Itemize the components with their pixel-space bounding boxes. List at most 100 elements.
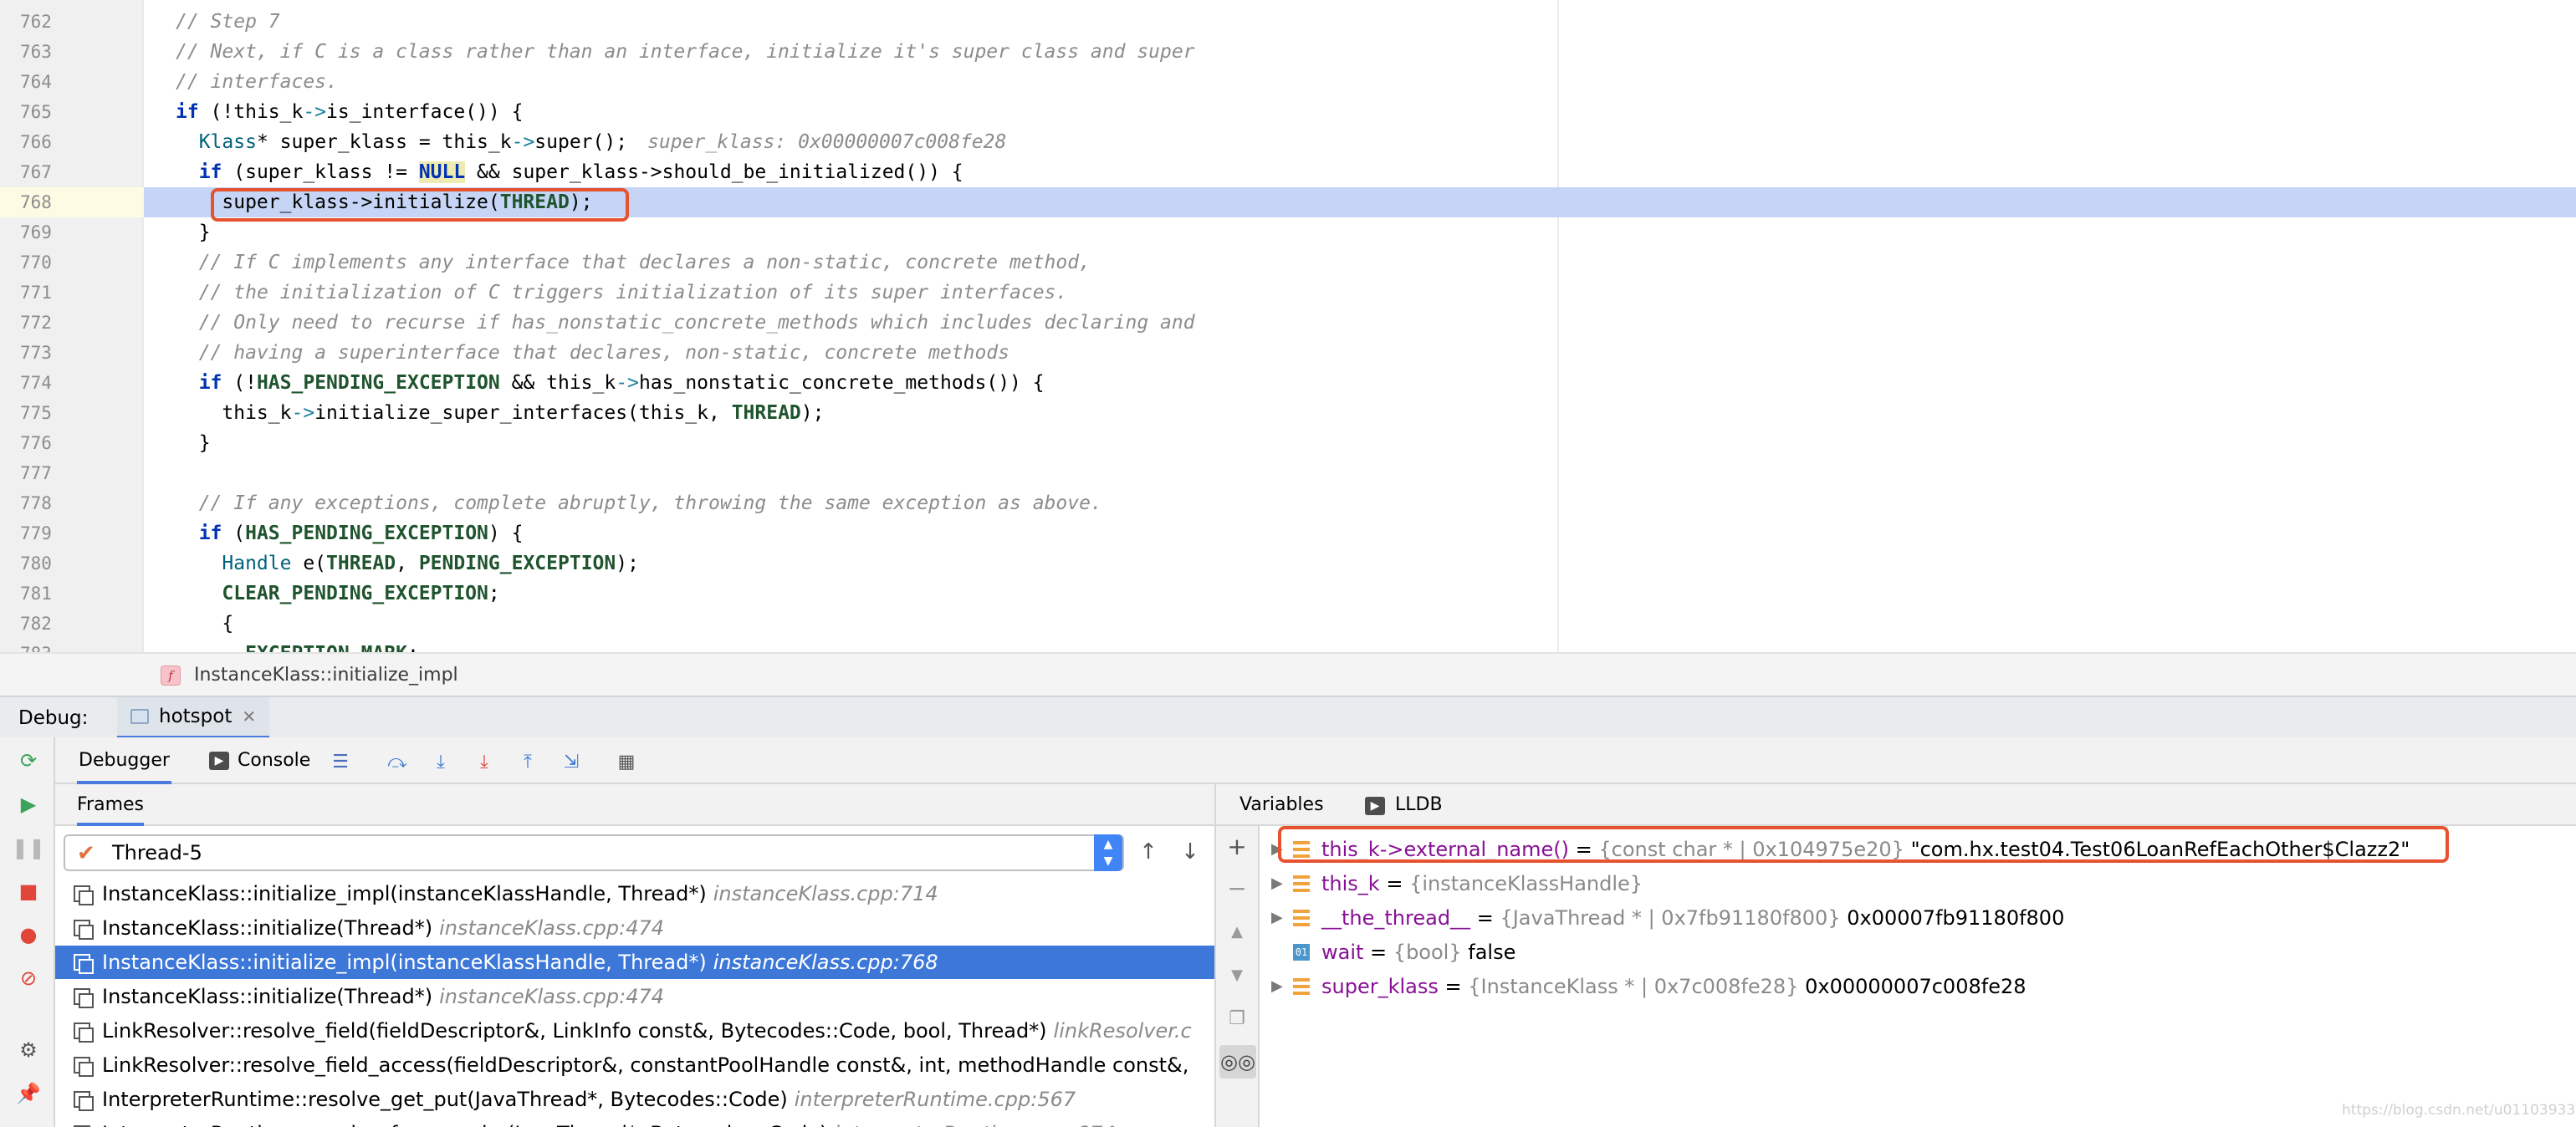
frame-row[interactable]: InterpreterRuntime::resolve_from_cache(J… bbox=[55, 1117, 1214, 1127]
code-line[interactable]: 769 } bbox=[0, 217, 2576, 247]
rerun-icon[interactable]: ⟳ bbox=[17, 749, 40, 773]
tab-variables[interactable]: Variables bbox=[1239, 784, 1324, 826]
code-line[interactable]: 773 // having a superinterface that decl… bbox=[0, 338, 2576, 368]
line-number[interactable]: 762 bbox=[0, 7, 144, 37]
resume-icon[interactable]: ▶ bbox=[17, 793, 40, 816]
code-text[interactable]: // If C implements any interface that de… bbox=[176, 247, 1091, 278]
code-text[interactable]: // the initialization of C triggers init… bbox=[176, 278, 1068, 308]
code-text[interactable]: Klass* super_klass = this_k->super(); sup… bbox=[176, 127, 1007, 157]
code-text[interactable]: if (HAS_PENDING_EXCEPTION) { bbox=[176, 518, 524, 548]
code-text[interactable]: CLEAR_PENDING_EXCEPTION; bbox=[176, 579, 499, 609]
line-number[interactable]: 771 bbox=[0, 278, 144, 308]
tab-debugger[interactable]: Debugger bbox=[77, 737, 171, 784]
evaluate-expression-icon[interactable]: ▦ bbox=[614, 749, 639, 774]
line-number[interactable]: 764 bbox=[0, 67, 144, 97]
variable-row[interactable]: 01 wait = {bool} false bbox=[1260, 936, 2576, 969]
next-frame-arrow-icon[interactable]: ↓ bbox=[1176, 838, 1204, 866]
expand-arrow-icon[interactable]: ▶ bbox=[1271, 867, 1283, 900]
tab-frames[interactable]: Frames bbox=[77, 784, 145, 826]
line-number[interactable]: 783 bbox=[0, 639, 144, 652]
settings-gear-icon[interactable]: ⚙ bbox=[17, 1038, 40, 1062]
frame-row[interactable]: LinkResolver::resolve_field_access(field… bbox=[55, 1048, 1214, 1082]
code-line[interactable]: 766 Klass* super_klass = this_k->super()… bbox=[0, 127, 2576, 157]
frame-row[interactable]: InstanceKlass::initialize_impl(instanceK… bbox=[55, 946, 1214, 979]
code-line[interactable]: 778 // If any exceptions, complete abrup… bbox=[0, 488, 2576, 518]
code-line[interactable]: 777 bbox=[0, 458, 2576, 488]
variable-row[interactable]: ▶ super_klass = {InstanceKlass * | 0x7c00… bbox=[1260, 970, 2576, 1003]
tab-lldb[interactable]: ▶ LLDB bbox=[1365, 784, 1443, 826]
line-number[interactable]: 763 bbox=[0, 37, 144, 67]
line-number[interactable]: 765 bbox=[0, 97, 144, 127]
code-line[interactable]: 763 // Next, if C is a class rather than … bbox=[0, 37, 2576, 67]
code-line[interactable]: 781 CLEAR_PENDING_EXCEPTION; bbox=[0, 579, 2576, 609]
line-number[interactable]: 782 bbox=[0, 609, 144, 639]
move-up-icon[interactable]: ▲ bbox=[1224, 920, 1250, 945]
code-text[interactable]: EXCEPTION_MARK; bbox=[176, 639, 419, 652]
line-number[interactable]: 772 bbox=[0, 308, 144, 338]
line-number[interactable]: 780 bbox=[0, 548, 144, 579]
pause-icon[interactable]: ❚❚ bbox=[12, 836, 45, 859]
expand-arrow-icon[interactable]: ▶ bbox=[1271, 970, 1283, 1003]
code-line[interactable]: 783 EXCEPTION_MARK; bbox=[0, 639, 2576, 652]
previous-frame-arrow-icon[interactable]: ↑ bbox=[1134, 838, 1163, 866]
line-number[interactable]: 775 bbox=[0, 398, 144, 428]
add-watch-icon[interactable]: + bbox=[1224, 834, 1250, 859]
view-breakpoints-icon[interactable]: ● bbox=[17, 923, 40, 946]
code-text[interactable]: // interfaces. bbox=[176, 67, 338, 97]
code-line[interactable]: 772 // Only need to recurse if has_nonst… bbox=[0, 308, 2576, 338]
code-line[interactable]: 762 // Step 7 bbox=[0, 7, 2576, 37]
line-number[interactable]: 768 bbox=[0, 187, 144, 217]
code-text[interactable]: // having a superinterface that declares… bbox=[176, 338, 1009, 368]
show-watches-glasses-icon[interactable]: ◎◎ bbox=[1219, 1045, 1256, 1079]
code-text[interactable]: Handle e(THREAD, PENDING_EXCEPTION); bbox=[176, 548, 639, 579]
variable-row[interactable]: ▶ __the_thread__ = {JavaThread * | 0x7fb9… bbox=[1260, 901, 2576, 935]
code-text[interactable]: // Only need to recurse if has_nonstatic… bbox=[176, 308, 1195, 338]
frame-row[interactable]: InstanceKlass::initialize(Thread*) instan… bbox=[55, 911, 1214, 945]
line-number[interactable]: 774 bbox=[0, 368, 144, 398]
dropdown-arrows-icon[interactable]: ▲ ▼ bbox=[1094, 834, 1122, 871]
line-number[interactable]: 769 bbox=[0, 217, 144, 247]
run-to-cursor-icon[interactable]: ⇲ bbox=[559, 749, 584, 774]
line-number[interactable]: 778 bbox=[0, 488, 144, 518]
frame-row[interactable]: LinkResolver::resolve_field(fieldDescrip… bbox=[55, 1014, 1214, 1048]
code-line[interactable]: 771 // the initialization of C triggers … bbox=[0, 278, 2576, 308]
code-text[interactable]: } bbox=[176, 428, 211, 458]
code-line[interactable]: 776 } bbox=[0, 428, 2576, 458]
code-text[interactable]: // Step 7 bbox=[176, 7, 280, 37]
frame-row[interactable]: InstanceKlass::initialize(Thread*) instan… bbox=[55, 980, 1214, 1013]
copy-icon[interactable]: ❐ bbox=[1224, 1007, 1250, 1032]
code-text[interactable]: // If any exceptions, complete abruptly,… bbox=[176, 488, 1102, 518]
code-line[interactable]: 779 if (HAS_PENDING_EXCEPTION) { bbox=[0, 518, 2576, 548]
step-over-icon[interactable]: ⤼ bbox=[385, 749, 410, 774]
variable-row[interactable]: ▶ this_k = {instanceKlassHandle} bbox=[1260, 867, 2576, 900]
show-execution-point-icon[interactable]: ☰ bbox=[328, 749, 353, 774]
line-number[interactable]: 773 bbox=[0, 338, 144, 368]
code-text[interactable]: // Next, if C is a class rather than an … bbox=[176, 37, 1195, 67]
expand-arrow-icon[interactable]: ▶ bbox=[1271, 901, 1283, 935]
code-text[interactable]: if (super_klass != NULL && super_klass->… bbox=[176, 157, 963, 187]
line-number[interactable]: 767 bbox=[0, 157, 144, 187]
code-text[interactable]: if (!this_k->is_interface()) { bbox=[176, 97, 523, 127]
thread-selector[interactable]: ✔ Thread-5 ▲ ▼ bbox=[64, 834, 1124, 871]
line-number[interactable]: 766 bbox=[0, 127, 144, 157]
breadcrumb-function[interactable]: InstanceKlass::initialize_impl bbox=[194, 654, 458, 697]
run-config-tab[interactable]: hotspot ✕ bbox=[117, 697, 270, 739]
code-line[interactable]: 767 if (super_klass != NULL && super_kla… bbox=[0, 157, 2576, 187]
code-line[interactable]: 780 Handle e(THREAD, PENDING_EXCEPTION); bbox=[0, 548, 2576, 579]
step-into-icon[interactable]: ⤓ bbox=[428, 749, 453, 774]
line-number[interactable]: 779 bbox=[0, 518, 144, 548]
line-number[interactable]: 777 bbox=[0, 458, 144, 488]
remove-watch-icon[interactable]: − bbox=[1224, 876, 1250, 901]
code-text[interactable]: } bbox=[176, 217, 211, 247]
code-line[interactable]: 775 this_k->initialize_super_interfaces(… bbox=[0, 398, 2576, 428]
move-down-icon[interactable]: ▼ bbox=[1224, 963, 1250, 988]
code-line[interactable]: 782 { bbox=[0, 609, 2576, 639]
line-number[interactable]: 781 bbox=[0, 579, 144, 609]
force-step-into-icon[interactable]: ⤓ bbox=[472, 749, 497, 774]
pin-icon[interactable]: 📌 bbox=[16, 1082, 41, 1105]
close-icon[interactable]: ✕ bbox=[242, 706, 256, 727]
code-line[interactable]: 774 if (!HAS_PENDING_EXCEPTION && this_k… bbox=[0, 368, 2576, 398]
code-editor[interactable]: 762 // Step 7 763 // Next, if C is a class … bbox=[0, 0, 2576, 652]
line-number[interactable]: 770 bbox=[0, 247, 144, 278]
breadcrumb[interactable]: f InstanceKlass::initialize_impl bbox=[0, 652, 2576, 696]
